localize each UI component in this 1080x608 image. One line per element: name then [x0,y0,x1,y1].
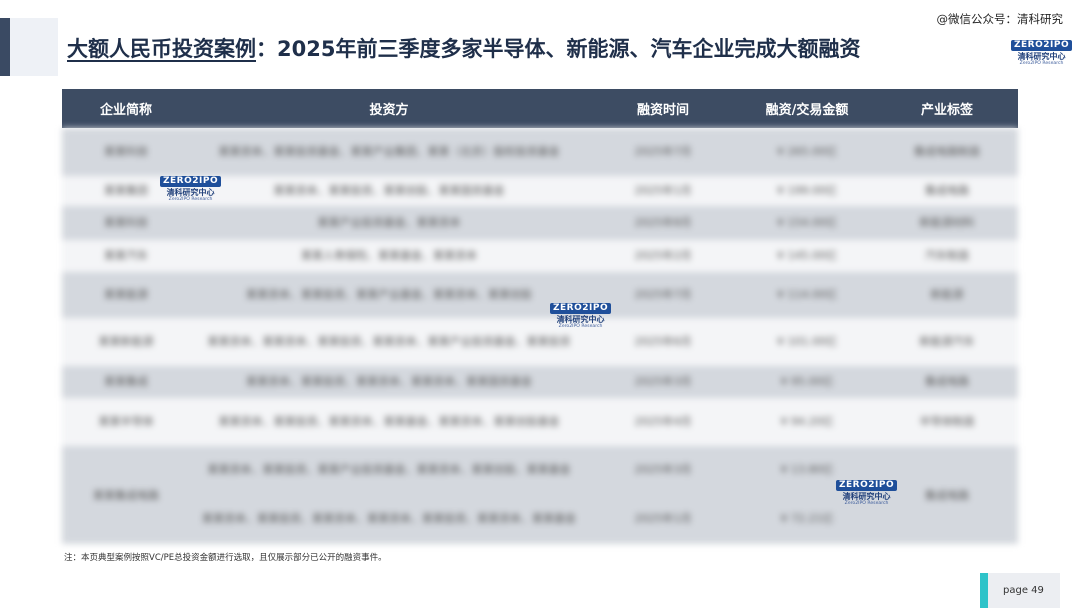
page-accent-bar [980,573,988,608]
cell-amount: ¥ 145.00亿 [777,248,837,262]
logo-en: Zero2IPO Research [558,324,603,329]
page-number: page 49 [1003,585,1044,596]
cell-date: 2025年1月 [634,183,692,197]
merged-subrows: 某某资本、某某投资、某某产业投资基金、某某资本、某某创投、某某基金 2025年3… [190,446,876,544]
cell-date: 2025年7月 [634,144,692,158]
logo-badge: ZERO2IPO [550,303,612,314]
cell-amount: ¥ 94.20亿 [780,414,834,428]
cell-company: 某某科技 [104,215,148,229]
cell-date: 2025年6月 [634,334,692,348]
cell-investors: 某某资本、某某投资基金、某某产业集团、某某（北京）股权投资基金 [218,144,560,158]
logo-badge: ZERO2IPO [160,176,222,187]
page-title-rest: ：2025年前三季度多家半导体、新能源、汽车企业完成大额融资 [256,37,861,61]
page-title-highlight: 大额人民币投资案例 [67,37,256,61]
logo-badge: ZERO2IPO [1011,40,1073,51]
cell-tag: 新能源材料 [919,215,975,229]
cell-date: 2025年8月 [634,215,692,229]
header-tag: 产业标签 [920,103,973,118]
title-accent-bar [0,18,10,76]
table-row: 某某集成 某某资本、某某投资、某某资本、某某资本、某某国资基金 2025年3月 … [62,366,1018,398]
table-row: 某某科技 某某产业投资基金、某某资本 2025年8月 ¥ 154.00亿 新能源… [62,206,1018,240]
cell-company: 某某能源 [104,287,148,301]
cell-date: 2025年4月 [634,414,692,428]
cell-tag: 集成电路 [925,183,969,197]
header-date: 融资时间 [636,103,689,118]
logo-top-right: ZERO2IPO 清科研究中心 Zero2IPO Research [1011,34,1073,67]
logo-watermark-3: ZERO2IPO 清科研究中心 Zero2IPO Research [836,474,898,507]
cell-investors: 某某人寿保险、某某基金、某某资本 [301,248,477,262]
logo-watermark-2: ZERO2IPO 清科研究中心 Zero2IPO Research [550,297,612,330]
logo-en: Zero2IPO Research [844,501,889,506]
logo-cn: 清科研究中心 [556,315,605,324]
cell-company: 某某新能源 [98,334,154,348]
cell-amount: ¥ 95.00亿 [780,374,834,388]
logo-en: Zero2IPO Research [1019,61,1064,66]
cell-tag: 集成电路制造 [914,144,980,158]
logo-cn: 清科研究中心 [842,492,891,501]
logo-badge: ZERO2IPO [836,480,898,491]
logo-cn: 清科研究中心 [1017,52,1066,61]
logo-watermark-1: ZERO2IPO 清科研究中心 Zero2IPO Research [160,170,222,203]
cell-amount: ¥ 101.00亿 [777,334,837,348]
cell-investors: 某某资本、某某投资、某某创投、某某国资基金 [273,183,505,197]
cell-investors: 某某资本、某某投资、某某产业投资基金、某某资本、某某创投、某某基金 [207,463,571,477]
logo-cn: 清科研究中心 [166,188,215,197]
title-accent-block [10,18,58,76]
cell-amount: ¥ 114.00亿 [777,287,837,301]
cell-tag: 新能源 [930,287,964,301]
cell-company: 某某集成 [104,374,148,388]
header-amount: 融资/交易金额 [765,103,849,118]
table-row: 某某科技 某某资本、某某投资基金、某某产业集团、某某（北京）股权投资基金 202… [62,128,1018,176]
cell-investors: 某某资本、某某投资、某某资本、某某资本、某某投资、某某资本、某某基金 [202,512,576,526]
cell-company: 某某集成电路 [93,489,159,502]
cell-tag: 新能源汽车 [919,334,975,348]
header-investors: 投资方 [369,103,409,118]
cell-tag: 集成电路 [925,489,969,502]
cell-investors: 某某资本、某某投资、某某资本、某某资本、某某国资基金 [246,374,532,388]
cell-amount: ¥ 265.00亿 [777,144,837,158]
cell-investors: 某某产业投资基金、某某资本 [317,215,461,229]
cell-date: 2025年2月 [634,248,692,262]
cell-date: 2025年3月 [634,463,692,477]
cell-company: 某某半导体 [98,414,154,428]
table-subrow: 某某资本、某某投资、某某资本、某某资本、某某投资、某某资本、某某基金 2025年… [190,495,876,544]
cell-amount: ¥ 154.00亿 [777,215,837,229]
cell-tag: 半导体制造 [919,414,975,428]
table-row: 某某能源 某某资本、某某投资、某某产业基金、某某资本、某某创投 2025年7月 … [62,272,1018,318]
footnote: 注：本页典型案例按照VC/PE总投资金额进行选取，且仅展示部分已公开的融资事件。 [64,553,387,563]
table-subrow: 某某资本、某某投资、某某产业投资基金、某某资本、某某创投、某某基金 2025年3… [190,446,876,495]
table-header: 企业简称 投资方 融资时间 融资/交易金额 产业标签 [62,89,1018,128]
cell-date: 2025年3月 [634,374,692,388]
cell-investors: 某某资本、某某投资、某某资本、某某基金、某某资本、某某创投基金 [218,414,560,428]
table-row: 某某新能源 某某资本、某某资本、某某投资、某某资本、某某产业投资基金、某某投资 … [62,318,1018,366]
header-company: 企业简称 [99,103,152,118]
cell-amount: ¥ 72.21亿 [780,512,834,526]
cell-amount: ¥ 199.00亿 [777,183,837,197]
cell-investors: 某某资本、某某投资、某某产业基金、某某资本、某某创投 [246,287,532,301]
table-row: 某某半导体 某某资本、某某投资、某某资本、某某基金、某某资本、某某创投基金 20… [62,398,1018,446]
wechat-watermark: @微信公众号：清科研究 [936,12,1064,26]
logo-en: Zero2IPO Research [168,197,213,202]
page-title: 大额人民币投资案例：2025年前三季度多家半导体、新能源、汽车企业完成大额融资 [67,33,860,63]
cell-date: 2025年1月 [634,512,692,526]
cell-tag: 汽车制造 [925,248,969,262]
cell-investors: 某某资本、某某资本、某某投资、某某资本、某某产业投资基金、某某投资 [207,334,571,348]
cell-company: 某某科技 [104,144,148,158]
cell-tag: 集成电路 [925,374,969,388]
table-row: 某某汽车 某某人寿保险、某某基金、某某资本 2025年2月 ¥ 145.00亿 … [62,240,1018,272]
cell-company: 某某汽车 [104,248,148,262]
